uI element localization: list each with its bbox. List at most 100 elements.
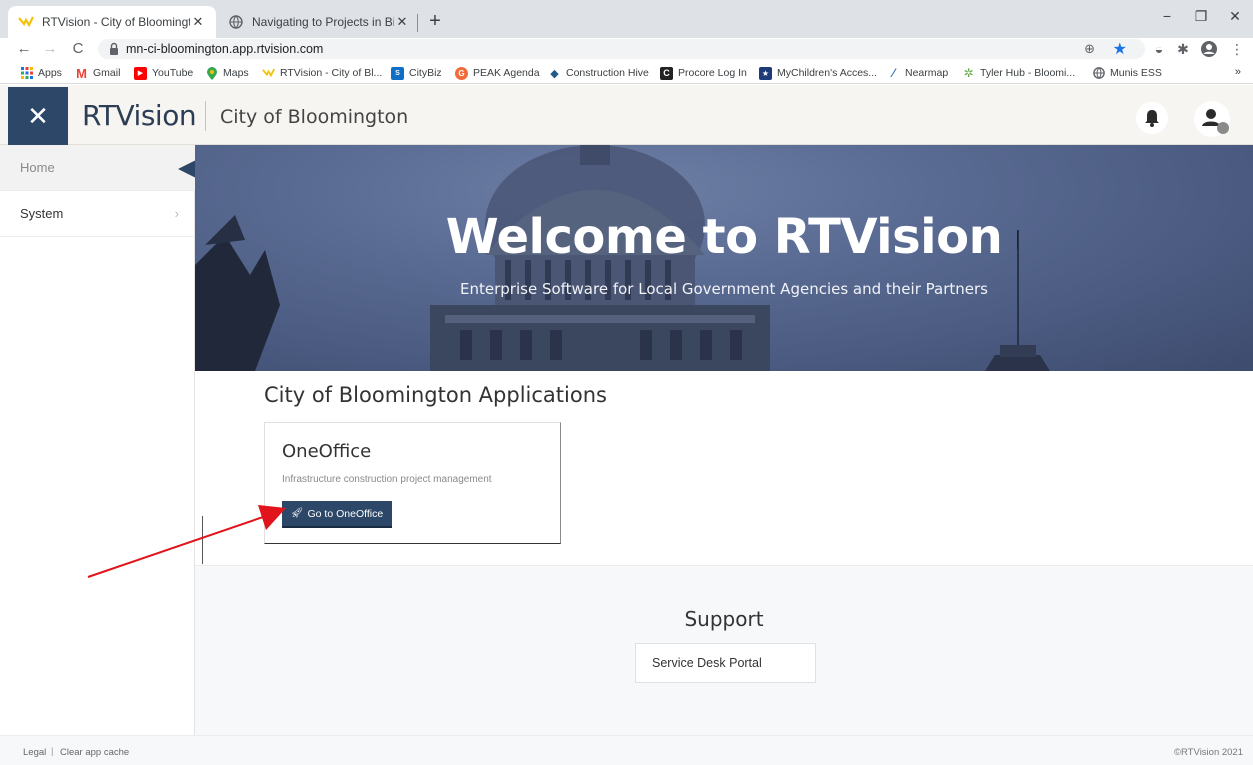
- tyler-icon: ✲: [963, 66, 974, 80]
- rocket-icon: 🚀︎: [290, 508, 304, 519]
- active-indicator-icon: [178, 160, 196, 178]
- hero-subtitle: Enterprise Software for Local Government…: [460, 280, 988, 298]
- bookmark-label: MyChildren's Acces...: [777, 67, 878, 79]
- reload-button[interactable]: C: [68, 38, 88, 60]
- maps-pin-icon: [205, 66, 218, 80]
- bookmark-label: Munis ESS: [1110, 67, 1162, 79]
- restore-button[interactable]: ❐: [1186, 8, 1216, 28]
- bookmark-apps[interactable]: Apps: [20, 65, 62, 81]
- sidebar-nav: Home System ›: [0, 145, 196, 735]
- more-bookmarks-button[interactable]: »: [1235, 66, 1241, 78]
- mychildren-icon: ★: [759, 66, 772, 80]
- apps-grid-icon: [20, 67, 33, 80]
- bookmark-gmail[interactable]: M Gmail: [75, 65, 120, 81]
- app-card-title: OneOffice: [282, 441, 372, 462]
- applications-heading: City of Bloomington Applications: [264, 383, 607, 407]
- extensions-puzzle-icon[interactable]: ✱: [1174, 40, 1192, 58]
- install-app-icon[interactable]: ⊕: [1084, 41, 1095, 57]
- sidebar-item-label: Home: [20, 160, 55, 175]
- copyright-text: ©RTVision 2021: [1174, 747, 1243, 758]
- bookmark-rtvision[interactable]: RTVision - City of Bl...: [262, 65, 382, 81]
- bookmark-label: Tyler Hub - Bloomi...: [980, 67, 1076, 79]
- sharepoint-icon: S: [391, 66, 404, 80]
- bookmark-nearmap[interactable]: ⁄ Nearmap: [887, 65, 948, 81]
- footer-separator: |: [51, 746, 54, 757]
- tab-separator: [417, 14, 418, 32]
- new-tab-button[interactable]: +: [424, 10, 446, 32]
- bookmark-youtube[interactable]: ▶ YouTube: [134, 65, 193, 81]
- forward-button[interactable]: →: [40, 38, 60, 60]
- app-card-oneoffice: OneOffice Infrastructure construction pr…: [264, 422, 561, 544]
- bookmark-label: RTVision - City of Bl...: [280, 67, 383, 79]
- bookmark-peak-agenda[interactable]: G PEAK Agenda: [455, 65, 540, 81]
- bookmark-procore[interactable]: C Procore Log In: [660, 65, 747, 81]
- organization-name: City of Bloomington: [220, 106, 409, 128]
- lock-icon: [108, 42, 122, 56]
- hero-title: Welcome to RTVision: [445, 209, 1003, 265]
- button-label: Go to OneOffice: [307, 507, 384, 520]
- user-avatar-icon: [1202, 109, 1229, 134]
- bookmarks-bar: Apps M Gmail ▶ YouTube Maps RTVision - C…: [0, 60, 1253, 84]
- brand-divider: [205, 101, 206, 131]
- hive-icon: ◆: [550, 67, 559, 80]
- bell-icon: [1145, 110, 1159, 127]
- bookmark-label: Maps: [223, 67, 249, 79]
- sidebar-item-label: System: [20, 206, 64, 221]
- nearmap-icon: ⁄: [892, 66, 895, 80]
- extension-circle-icon[interactable]: ◒: [1150, 40, 1168, 58]
- procore-icon: C: [660, 66, 673, 80]
- bookmark-label: Nearmap: [905, 67, 949, 79]
- browser-tab-bar: RTVision - City of Bloomington ✕ Navigat…: [0, 0, 1253, 38]
- notifications-button[interactable]: [1136, 102, 1168, 134]
- browser-tab-navigating[interactable]: Navigating to Projects in Bidding ✕: [218, 6, 420, 38]
- browser-toolbar: ← → C mn-ci-bloomington.app.rtvision.com…: [0, 38, 1253, 60]
- bookmark-maps[interactable]: Maps: [205, 65, 249, 81]
- bookmark-label: YouTube: [152, 67, 194, 79]
- footer: Legal | Clear app cache ©RTVision 2021: [0, 735, 1253, 765]
- service-desk-portal-link[interactable]: Service Desk Portal: [635, 643, 816, 683]
- close-window-button[interactable]: ✕: [1220, 8, 1250, 28]
- app-card-description: Infrastructure construction project mana…: [282, 474, 492, 485]
- bookmark-label: Gmail: [93, 67, 121, 79]
- bookmark-construction-hive[interactable]: ◆ Construction Hive: [548, 65, 649, 81]
- browser-tab-rtvision[interactable]: RTVision - City of Bloomington ✕: [8, 6, 216, 38]
- peak-icon: G: [455, 66, 468, 80]
- address-bar[interactable]: mn-ci-bloomington.app.rtvision.com ⊕ ★: [98, 39, 1145, 59]
- rtvision-icon: [262, 67, 275, 80]
- browser-menu-icon[interactable]: ⋮: [1228, 40, 1246, 58]
- rtvision-favicon-icon: [18, 14, 34, 30]
- sidebar-item-system[interactable]: System ›: [0, 191, 195, 237]
- sidebar-item-home[interactable]: Home: [0, 145, 196, 191]
- bookmark-munis-ess[interactable]: Munis ESS: [1092, 65, 1162, 81]
- bookmark-mychildren[interactable]: ★ MyChildren's Acces...: [759, 65, 877, 81]
- bookmark-citybiz[interactable]: S CityBiz: [391, 65, 442, 81]
- bookmark-label: Apps: [38, 67, 62, 79]
- close-menu-button[interactable]: ✕: [8, 87, 68, 145]
- gmail-icon: M: [76, 65, 87, 81]
- user-menu-button[interactable]: [1194, 101, 1230, 137]
- support-heading: Support: [684, 607, 764, 631]
- minimize-button[interactable]: −: [1152, 8, 1182, 28]
- bookmark-tyler-hub[interactable]: ✲ Tyler Hub - Bloomi...: [962, 65, 1075, 81]
- back-button[interactable]: ←: [14, 38, 34, 60]
- app-header: ✕ RTVision City of Bloomington: [0, 85, 1253, 145]
- profile-icon[interactable]: [1200, 40, 1218, 58]
- brand-logo[interactable]: RTVision: [82, 99, 197, 132]
- tab-title: Navigating to Projects in Bidding: [252, 15, 394, 29]
- bookmark-label: CityBiz: [409, 67, 442, 79]
- clear-app-cache-link[interactable]: Clear app cache: [60, 747, 129, 758]
- tab-title: RTVision - City of Bloomington: [42, 15, 190, 29]
- tab-close-icon[interactable]: ✕: [394, 14, 410, 30]
- bookmark-label: Construction Hive: [566, 67, 649, 79]
- legal-link[interactable]: Legal: [23, 747, 46, 758]
- go-to-oneoffice-button[interactable]: 🚀︎ Go to OneOffice: [282, 501, 392, 526]
- hero-banner: Welcome to RTVision Enterprise Software …: [195, 145, 1253, 371]
- globe-icon: [1092, 67, 1105, 80]
- youtube-icon: ▶: [134, 66, 147, 80]
- tab-close-icon[interactable]: ✕: [190, 14, 206, 30]
- support-section: Support Service Desk Portal: [195, 565, 1253, 735]
- url-text[interactable]: mn-ci-bloomington.app.rtvision.com: [126, 42, 323, 56]
- globe-favicon-icon: [228, 14, 244, 30]
- chevron-right-icon: ›: [174, 206, 179, 221]
- bookmark-star-icon[interactable]: ★: [1113, 39, 1127, 59]
